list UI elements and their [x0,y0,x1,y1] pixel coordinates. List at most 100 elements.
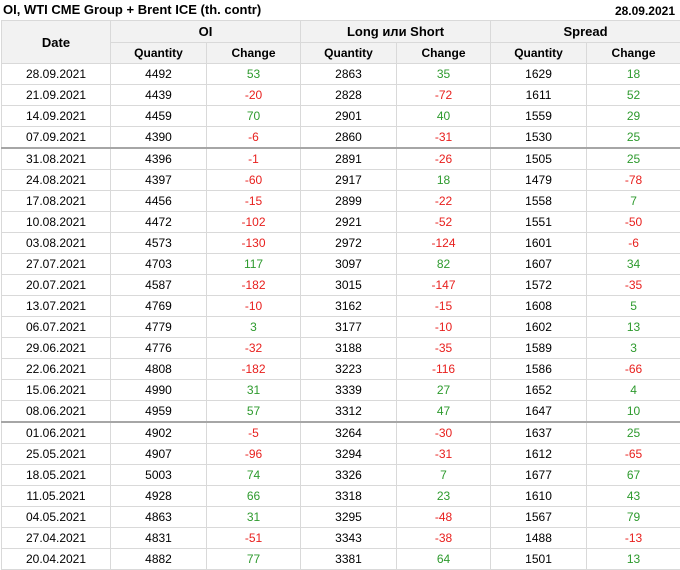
ls-quantity-cell: 3343 [301,528,397,549]
oi-change-cell: -20 [207,85,301,106]
spread-quantity-cell: 1559 [491,106,587,127]
report-date: 28.09.2021 [615,3,675,19]
oi-change-cell: -60 [207,170,301,191]
date-cell: 14.09.2021 [2,106,111,127]
ls-change-cell: -147 [397,275,491,296]
date-cell: 24.08.2021 [2,170,111,191]
oi-change-cell: 3 [207,317,301,338]
spread-change-cell: -78 [587,170,680,191]
ls-quantity-cell: 2921 [301,212,397,233]
oi-change-cell: -96 [207,444,301,465]
oi-quantity-cell: 4397 [111,170,207,191]
ls-quantity-cell: 3318 [301,486,397,507]
table-row: 03.08.20214573-1302972-1241601-6 [2,233,680,254]
date-cell: 17.08.2021 [2,191,111,212]
spread-quantity-cell: 1572 [491,275,587,296]
table-row: 18.05.202150037433267167767 [2,465,680,486]
spread-change-cell: 3 [587,338,680,359]
spread-quantity-cell: 1505 [491,148,587,170]
spread-quantity-cell: 1551 [491,212,587,233]
spread-quantity-cell: 1652 [491,380,587,401]
oi-quantity-cell: 5003 [111,465,207,486]
table-row: 25.05.20214907-963294-311612-65 [2,444,680,465]
oi-quantity-cell: 4902 [111,422,207,444]
spread-quantity-cell: 1479 [491,170,587,191]
spread-change-cell: -50 [587,212,680,233]
table-row: 28.09.2021449253286335162918 [2,64,680,85]
oi-quantity-cell: 4907 [111,444,207,465]
oi-change-cell: -6 [207,127,301,149]
date-cell: 10.08.2021 [2,212,111,233]
spread-change-cell: 25 [587,127,680,149]
ls-quantity-cell: 2899 [301,191,397,212]
oi-change-header: Change [207,43,301,64]
ls-change-cell: -116 [397,359,491,380]
spread-change-cell: -65 [587,444,680,465]
oi-change-cell: 77 [207,549,301,570]
ls-quantity-cell: 3339 [301,380,397,401]
date-cell: 20.07.2021 [2,275,111,296]
table-row: 20.07.20214587-1823015-1471572-35 [2,275,680,296]
table-row: 08.06.2021495957331247164710 [2,401,680,423]
table-row: 24.08.20214397-602917181479-78 [2,170,680,191]
spread-quantity-cell: 1608 [491,296,587,317]
spread-change-header: Change [587,43,680,64]
ls-quantity-cell: 3264 [301,422,397,444]
table-body: 28.09.202144925328633516291821.09.202144… [2,64,680,570]
ls-quantity-cell: 3177 [301,317,397,338]
date-cell: 22.06.2021 [2,359,111,380]
date-header: Date [2,21,111,64]
oi-quantity-cell: 4472 [111,212,207,233]
oi-change-cell: -10 [207,296,301,317]
spread-quantity-cell: 1586 [491,359,587,380]
oi-table: Date OI Long или Short Spread Quantity C… [1,20,680,570]
oi-quantity-cell: 4779 [111,317,207,338]
spread-group-header: Spread [491,21,680,43]
title-bar: OI, WTI CME Group + Brent ICE (th. contr… [0,0,680,20]
oi-group-header: OI [111,21,301,43]
ls-change-cell: -31 [397,444,491,465]
ls-quantity-cell: 3223 [301,359,397,380]
oi-change-cell: 117 [207,254,301,275]
date-cell: 08.06.2021 [2,401,111,423]
ls-quantity-cell: 3015 [301,275,397,296]
spread-change-cell: -6 [587,233,680,254]
table-row: 27.07.20214703117309782160734 [2,254,680,275]
oi-quantity-cell: 4703 [111,254,207,275]
date-cell: 25.05.2021 [2,444,111,465]
table-row: 01.06.20214902-53264-30163725 [2,422,680,444]
oi-change-cell: -15 [207,191,301,212]
spread-change-cell: 5 [587,296,680,317]
ls-quantity-cell: 2891 [301,148,397,170]
date-cell: 31.08.2021 [2,148,111,170]
oi-change-cell: -5 [207,422,301,444]
date-cell: 03.08.2021 [2,233,111,254]
oi-change-cell: 53 [207,64,301,85]
ls-change-cell: -26 [397,148,491,170]
spread-quantity-cell: 1601 [491,233,587,254]
oi-quantity-cell: 4959 [111,401,207,423]
date-cell: 20.04.2021 [2,549,111,570]
table-row: 04.05.20214863313295-48156779 [2,507,680,528]
ls-quantity-cell: 2863 [301,64,397,85]
ls-change-cell: 82 [397,254,491,275]
spread-change-cell: 43 [587,486,680,507]
oi-quantity-cell: 4808 [111,359,207,380]
date-cell: 07.09.2021 [2,127,111,149]
ls-change-cell: -10 [397,317,491,338]
oi-change-cell: 57 [207,401,301,423]
ls-change-header: Change [397,43,491,64]
table-row: 13.07.20214769-103162-1516085 [2,296,680,317]
ls-quantity-cell: 3188 [301,338,397,359]
ls-quantity-cell: 2901 [301,106,397,127]
oi-change-cell: -51 [207,528,301,549]
date-cell: 15.06.2021 [2,380,111,401]
spread-change-cell: 25 [587,422,680,444]
table-row: 14.09.2021445970290140155929 [2,106,680,127]
date-cell: 28.09.2021 [2,64,111,85]
spread-change-cell: 13 [587,317,680,338]
spread-quantity-cell: 1610 [491,486,587,507]
spread-change-cell: 25 [587,148,680,170]
oi-change-cell: 74 [207,465,301,486]
spread-quantity-cell: 1647 [491,401,587,423]
